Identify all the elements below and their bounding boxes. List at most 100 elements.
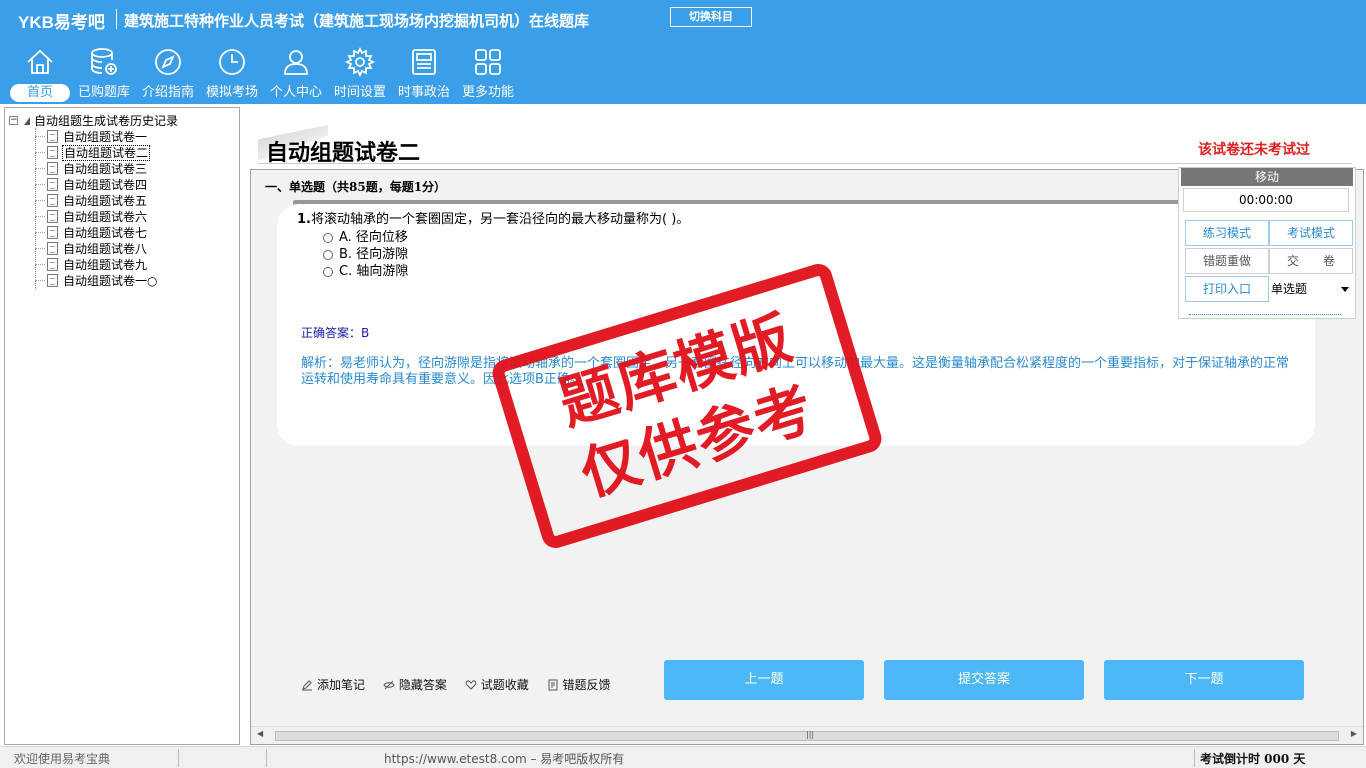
horizontal-scrollbar[interactable]: ◀ ||| ▶ [251, 726, 1363, 744]
prev-question-button[interactable]: 上一题 [664, 660, 864, 700]
radio-icon[interactable] [323, 266, 333, 277]
tree-item-selected[interactable]: 自动组题试卷二 [35, 144, 151, 161]
tree-item-label: 自动组题试卷六 [63, 210, 148, 224]
chevron-down-icon [1341, 287, 1349, 292]
feedback-icon [548, 679, 558, 691]
nav-label: 模拟考场 [205, 85, 258, 100]
radio-icon[interactable] [323, 249, 333, 260]
document-icon [47, 146, 58, 159]
nav-label: 首页 [10, 84, 70, 102]
tree-item[interactable]: 自动组题试卷七 [35, 224, 148, 240]
tree-item-label: 自动组题试卷一 [63, 130, 148, 144]
exam-status-label: 该试卷还未考试过 [1198, 142, 1310, 158]
document-icon [47, 242, 58, 255]
correct-answer: 正确答案：B [301, 326, 370, 340]
option-label: C. 轴向游隙 [339, 264, 409, 279]
nav-personal-center[interactable]: 个人中心 [264, 46, 328, 104]
print-button[interactable]: 打印入口 [1185, 276, 1269, 302]
question-text: 1.将滚动轴承的一个套圈固定，另一套沿径向的最大移动量称为( )。 [297, 208, 689, 227]
tree-item-label: 自动组题试卷九 [63, 258, 148, 272]
scroll-thumb[interactable]: ||| [275, 730, 1339, 741]
tree-item-label: 自动组题试卷五 [63, 194, 148, 208]
tree-item[interactable]: 自动组题试卷五 [35, 192, 148, 208]
tree-item[interactable]: 自动组题试卷四 [35, 176, 148, 192]
database-icon [91, 48, 117, 75]
drag-handle[interactable]: 移动 [1181, 168, 1353, 186]
document-icon [47, 274, 58, 287]
submit-answer-button[interactable]: 提交答案 [884, 660, 1084, 700]
hide-answer-button[interactable]: 隐藏答案 [383, 676, 447, 693]
option-c[interactable]: C. 轴向游隙 [323, 260, 408, 279]
title-bar: YKB易考吧 建筑施工特种作业人员考试（建筑施工现场场内挖掘机司机）在线题库 切… [0, 0, 1366, 38]
favorite-button[interactable]: 试题收藏 [465, 676, 529, 693]
next-question-button[interactable]: 下一题 [1104, 660, 1304, 700]
tool-label: 隐藏答案 [398, 678, 447, 692]
nav-label: 介绍指南 [141, 85, 194, 100]
collapse-icon[interactable]: − [9, 116, 18, 125]
section-title: 一、单选题（共85题，每题1分） [265, 180, 447, 194]
nav-label: 时事政治 [397, 85, 450, 100]
question-toolbar: 添加笔记 隐藏答案 试题收藏 错题反馈 [301, 676, 625, 696]
document-icon [47, 130, 58, 143]
add-note-button[interactable]: 添加笔记 [301, 676, 365, 693]
grid-icon [475, 49, 501, 75]
tree-item-label: 自动组题试卷四 [63, 178, 148, 192]
tool-label: 错题反馈 [562, 678, 611, 692]
title-divider [116, 9, 117, 29]
scroll-right-icon[interactable]: ▶ [1351, 729, 1357, 738]
folder-icon [24, 116, 30, 125]
tool-label: 试题收藏 [480, 678, 529, 692]
document-icon [47, 226, 58, 239]
nav-more[interactable]: 更多功能 [456, 46, 520, 104]
nav-mock-exam[interactable]: 模拟考场 [200, 46, 264, 104]
tool-label: 添加笔记 [317, 678, 366, 692]
switch-subject-button[interactable]: 切换科目 [670, 7, 752, 27]
eye-off-icon [383, 680, 395, 690]
nav-label: 时间设置 [333, 85, 386, 100]
tree-item[interactable]: 自动组题试卷八 [35, 240, 148, 256]
tree-item[interactable]: 自动组题试卷一○ [35, 272, 158, 288]
home-icon [27, 49, 53, 74]
tree-item[interactable]: 自动组题试卷三 [35, 160, 148, 176]
nav-time-settings[interactable]: 时间设置 [328, 46, 392, 104]
tree-root[interactable]: − 自动组题生成试卷历史记录 [9, 112, 178, 128]
document-icon [47, 258, 58, 271]
tree-item[interactable]: 自动组题试卷九 [35, 256, 148, 272]
nav-label: 已购题库 [77, 85, 130, 100]
radio-icon[interactable] [323, 232, 333, 243]
exam-mode-button[interactable]: 考试模式 [1269, 220, 1353, 246]
nav-home[interactable]: 首页 [8, 46, 72, 104]
user-icon [284, 50, 308, 75]
pencil-icon [302, 680, 312, 691]
newspaper-icon [412, 49, 436, 75]
error-feedback-button[interactable]: 错题反馈 [547, 676, 611, 693]
nav-label: 更多功能 [461, 85, 514, 100]
tree-item-label: 自动组题试卷二 [62, 145, 151, 161]
tree-item-label: 自动组题试卷七 [63, 226, 148, 240]
app-header: YKB易考吧 建筑施工特种作业人员考试（建筑施工现场场内挖掘机司机）在线题库 切… [0, 0, 1366, 104]
tree-item[interactable]: 自动组题试卷一 [35, 128, 148, 144]
nav-current-affairs[interactable]: 时事政治 [392, 46, 456, 104]
question-type-value: 单选题 [1271, 282, 1308, 296]
hand-in-button[interactable]: 交 卷 [1269, 248, 1353, 274]
question-number: 1. [297, 212, 311, 227]
app-logo: YKB易考吧 [18, 13, 105, 32]
tree-item[interactable]: 自动组题试卷六 [35, 208, 148, 224]
practice-mode-button[interactable]: 练习模式 [1185, 220, 1269, 246]
question-type-select[interactable]: 单选题 [1269, 276, 1353, 302]
nav-purchased-banks[interactable]: 已购题库 [72, 46, 136, 104]
paper-history-tree: − 自动组题生成试卷历史记录 自动组题试卷一 自动组题试卷二 自动组题试卷三 自动… [4, 107, 240, 745]
document-icon [47, 178, 58, 191]
compass-icon [155, 49, 181, 75]
tree-root-label: 自动组题生成试卷历史记录 [34, 114, 179, 128]
document-icon [47, 210, 58, 223]
paper-header: 自动组题试卷二 [258, 125, 1352, 166]
question-stem: 将滚动轴承的一个套圈固定，另一套沿径向的最大移动量称为( )。 [310, 212, 690, 227]
welcome-text: 欢迎使用易考宝典 [14, 752, 111, 766]
scroll-left-icon[interactable]: ◀ [257, 729, 263, 738]
tree-item-label: 自动组题试卷八 [63, 242, 148, 256]
gear-icon [344, 46, 376, 78]
redo-wrong-button[interactable]: 错题重做 [1185, 248, 1269, 274]
app-title: 建筑施工特种作业人员考试（建筑施工现场场内挖掘机司机）在线题库 [124, 12, 590, 30]
nav-guide[interactable]: 介绍指南 [136, 46, 200, 104]
